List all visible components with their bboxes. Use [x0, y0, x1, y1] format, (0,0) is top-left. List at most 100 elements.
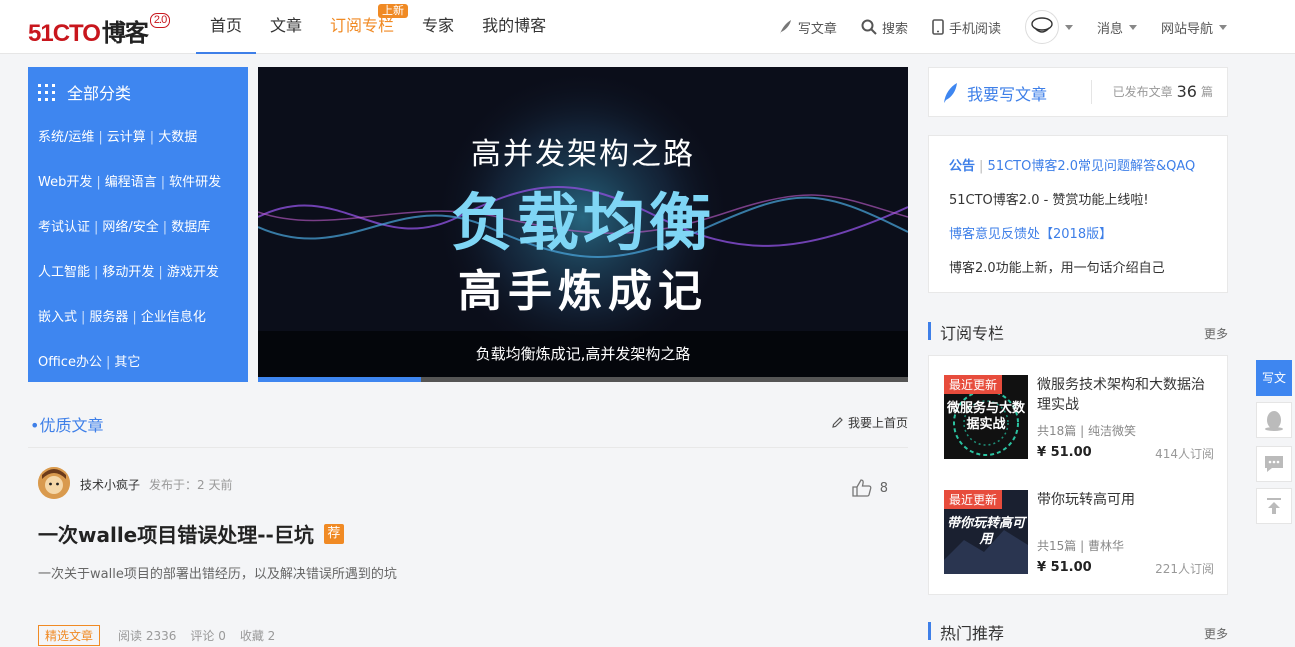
site-nav-menu[interactable]: 网站导航 — [1161, 18, 1227, 37]
hot-title: 热门推荐 — [940, 624, 1005, 643]
write-article-button[interactable]: 我要写文章 — [941, 81, 1047, 105]
chat-icon — [1265, 456, 1283, 472]
category-link[interactable]: 移动开发 — [102, 265, 154, 280]
cover-text: 带你玩转高可用 — [946, 516, 1025, 547]
category-link[interactable]: 服务器 — [89, 310, 128, 325]
category-link[interactable]: 嵌入式 — [38, 310, 77, 325]
nav-my-blog[interactable]: 我的博客 — [468, 0, 560, 54]
write-label: 写文章 — [797, 21, 837, 37]
article-description: 一次关于walle项目的部署出错经历，以及解决错误所遇到的坑 — [38, 567, 397, 582]
banner-caption[interactable]: 负载均衡炼成记,高并发架构之路 — [258, 331, 908, 377]
comment-count[interactable]: 评论 0 — [190, 627, 225, 644]
category-link[interactable]: 数据库 — [171, 220, 210, 235]
arrow-up-icon — [1267, 498, 1281, 514]
author-avatar[interactable] — [38, 467, 70, 499]
notice-item[interactable]: 51CTO博客2.0 - 赞赏功能上线啦! — [949, 189, 1149, 208]
columns-more-link[interactable]: 更多 — [1204, 325, 1228, 342]
notice-item[interactable]: 博客2.0功能上新，用一句话介绍自己 — [949, 257, 1165, 276]
featured-section-header: •优质文章 我要上首页 — [28, 400, 908, 448]
category-link[interactable]: 系统/运维 — [38, 130, 94, 145]
article-card: 技术小疯子 发布于：2 天前 8 一次walle项目错误处理--巨坑 荐 一次关… — [28, 449, 908, 646]
logo-main: 51CTO — [28, 20, 101, 47]
columns-header: 订阅专栏 更多 — [928, 317, 1228, 347]
published-number: 36 — [1176, 82, 1197, 101]
write-article-box: 我要写文章 已发布文章 36 篇 — [928, 67, 1228, 117]
site-logo[interactable]: 51CTO博客 2.0 — [28, 13, 171, 48]
submit-homepage-link[interactable]: 我要上首页 — [831, 414, 908, 431]
cover-text: 微服务与大数据实战 — [946, 401, 1025, 432]
mobile-read-link[interactable]: 手机阅读 — [932, 18, 1001, 37]
author-name[interactable]: 技术小疯子 — [80, 476, 140, 493]
category-panel: 全部分类 系统/运维 | 云计算 | 大数据 Web开发 | 编程语言 | 软件研发 考试认证 |… — [28, 67, 248, 382]
columns-list: 最近更新 微服务与大数据实战 微服务技术架构和大数据治理实战 共18篇 | 纯洁… — [928, 355, 1228, 595]
category-link[interactable]: Office办公 — [38, 355, 102, 370]
category-link[interactable]: 大数据 — [158, 130, 197, 145]
category-link[interactable]: 软件研发 — [169, 175, 221, 190]
search-link[interactable]: 搜索 — [861, 18, 908, 37]
category-title-label: 全部分类 — [67, 84, 132, 103]
notice-item[interactable]: 博客意见反馈处【2018版】 — [949, 223, 1112, 242]
favorite-count[interactable]: 收藏 2 — [240, 627, 275, 644]
back-to-top-button[interactable] — [1256, 488, 1292, 524]
category-row: 嵌入式 | 服务器 | 企业信息化 — [38, 310, 206, 325]
float-write-button[interactable]: 写文 — [1256, 360, 1292, 396]
write-article-link[interactable]: 写文章 — [777, 18, 837, 37]
chevron-down-icon — [1128, 24, 1137, 30]
float-feedback-button[interactable] — [1256, 446, 1292, 482]
publish-time: 发布于：2 天前 — [149, 478, 233, 492]
notice-item[interactable]: 公告 | 51CTO博客2.0常见问题解答&QAQ — [949, 155, 1195, 174]
hot-more-link[interactable]: 更多 — [1204, 625, 1228, 642]
messages-menu[interactable]: 消息 — [1097, 18, 1137, 37]
banner-subtitle: 高并发架构之路 — [471, 137, 695, 172]
main-nav: 首页 文章 订阅专栏 上新 专家 我的博客 — [196, 0, 560, 54]
category-link[interactable]: 企业信息化 — [141, 310, 206, 325]
column-cover: 最近更新 微服务与大数据实战 — [944, 375, 1028, 459]
featured-title: •优质文章 — [30, 416, 104, 435]
category-link[interactable]: 网络/安全 — [102, 220, 158, 235]
banner-carousel[interactable]: 高并发架构之路 负载均衡 高手炼成记 负载均衡炼成记,高并发架构之路 — [258, 67, 908, 382]
article-title[interactable]: 一次walle项目错误处理--巨坑 — [38, 519, 314, 548]
user-avatar[interactable] — [1024, 10, 1059, 44]
column-title: 带你玩转高可用 — [1037, 492, 1135, 508]
carousel-progress-fill — [258, 377, 421, 382]
category-link[interactable]: 编程语言 — [105, 175, 157, 190]
article-title-row: 一次walle项目错误处理--巨坑 荐 — [38, 519, 344, 548]
section-bar — [928, 622, 931, 640]
category-link[interactable]: 游戏开发 — [167, 265, 219, 280]
category-title: 全部分类 — [38, 80, 131, 104]
featured-pill[interactable]: 精选文章 — [38, 625, 101, 646]
column-item[interactable]: 最近更新 带你玩转高可用 带你玩转高可用 共15篇 | 曹林华 ¥ 51.00 … — [944, 490, 1214, 576]
nav-home[interactable]: 首页 — [196, 0, 257, 54]
category-link[interactable]: Web开发 — [38, 175, 92, 190]
submit-homepage-label: 我要上首页 — [847, 416, 908, 430]
logo-version: 2.0 — [149, 13, 171, 28]
nav-articles[interactable]: 文章 — [256, 0, 316, 54]
category-link[interactable]: 人工智能 — [38, 265, 90, 280]
float-qq-button[interactable] — [1256, 402, 1292, 438]
header-tools: 写文章 搜索 手机阅读 消息 网站导航 — [753, 0, 1227, 54]
phone-icon — [932, 19, 944, 35]
hot-header: 热门推荐 更多 — [928, 617, 1228, 647]
banner-title: 负载均衡 — [450, 186, 715, 259]
published-count: 已发布文章 36 篇 — [1113, 82, 1213, 101]
category-link[interactable]: 考试认证 — [38, 220, 90, 235]
feather-icon — [944, 83, 957, 103]
site-nav-label: 网站导航 — [1160, 21, 1213, 37]
nav-experts[interactable]: 专家 — [408, 0, 468, 54]
avatar-icon — [1031, 17, 1053, 33]
notice-text: 51CTO博客2.0常见问题解答&QAQ — [987, 159, 1196, 174]
avatar-dropdown-icon[interactable] — [1064, 24, 1073, 30]
category-link[interactable]: 云计算 — [107, 130, 146, 145]
column-info: 共18篇 | 纯洁微笑 — [1037, 424, 1136, 438]
category-link[interactable]: 其它 — [114, 355, 140, 370]
divider — [1091, 80, 1092, 104]
author-avatar-image — [38, 467, 70, 499]
like-button[interactable]: 8 — [852, 479, 888, 497]
nav-subscribe[interactable]: 订阅专栏 上新 — [316, 0, 409, 54]
notice-box: 公告 | 51CTO博客2.0常见问题解答&QAQ 51CTO博客2.0 - 赞赏… — [928, 135, 1228, 293]
published-unit: 篇 — [1200, 85, 1213, 99]
column-item[interactable]: 最近更新 微服务与大数据实战 微服务技术架构和大数据治理实战 共18篇 | 纯洁… — [944, 375, 1214, 461]
search-label: 搜索 — [881, 21, 908, 37]
column-subscribers: 414人订阅 — [1155, 447, 1214, 461]
read-count: 阅读 2336 — [118, 629, 177, 643]
